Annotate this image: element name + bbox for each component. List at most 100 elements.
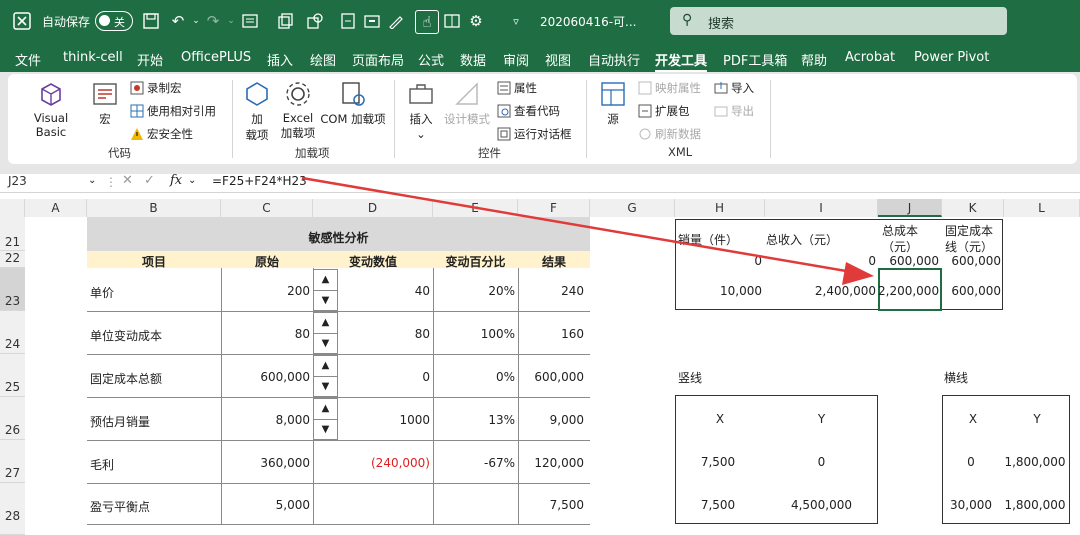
menu-power-pivot[interactable]: Power Pivot [914,50,989,65]
xml-source-button[interactable]: 源 [596,79,630,127]
settings-icon[interactable]: ⚙ [466,11,486,31]
column-header-e[interactable]: E [433,199,518,217]
row-header-24[interactable]: 24 [0,311,25,354]
horizontal-cell: 1,800,000 [1004,455,1066,469]
form-icon[interactable] [240,11,260,31]
undo-icon[interactable]: ↶ [168,11,188,31]
spin-button-unit-cost[interactable]: ▲ ▼ [313,312,338,354]
column-header-k[interactable]: K [942,199,1004,217]
copy-format-icon[interactable] [276,11,296,31]
menu-page-layout[interactable]: 页面布局 [352,50,404,69]
spin-button-fixed-cost[interactable]: ▲ ▼ [313,355,338,397]
layout-icon[interactable] [442,11,462,31]
spin-up-icon[interactable]: ▲ [314,313,337,334]
visual-basic-button[interactable]: Visual Basic [18,79,84,139]
spin-up-icon[interactable]: ▲ [314,270,337,291]
insert-control-button[interactable]: 插入 ⌄ [404,79,438,141]
drawing-icon[interactable] [386,11,406,31]
com-addins-button[interactable]: COM 加载项 [320,79,386,127]
table-row-original: 8,000 [275,413,310,427]
expansion-packs-button[interactable]: 扩展包 [638,103,690,119]
menu-acrobat[interactable]: Acrobat [845,50,895,65]
design-mode-button[interactable]: 设计模式 [442,79,492,127]
right-cell: 0 [868,254,876,268]
column-header-c[interactable]: C [221,199,313,217]
table-row-result: 7,500 [549,498,584,512]
column-header-d[interactable]: D [313,199,433,217]
view-code-button[interactable]: 查看代码 [497,103,560,119]
row-header-25[interactable]: 25 [0,354,25,397]
map-properties-button[interactable]: 映射属性 [638,80,701,96]
spin-up-icon[interactable]: ▲ [314,399,337,420]
export-button[interactable]: 导出 [714,103,754,119]
record-macro-button[interactable]: 录制宏 [130,80,182,96]
column-header-l[interactable]: L [1004,199,1080,217]
row-header-23[interactable]: 23 [0,268,25,311]
name-box-dropdown-icon[interactable]: ⌄ [88,175,96,186]
row-header-26[interactable]: 26 [0,397,25,440]
menu-review[interactable]: 审阅 [503,50,529,69]
menu-help[interactable]: 帮助 [801,50,827,69]
menu-formulas[interactable]: 公式 [418,50,444,69]
customize-toolbar-icon[interactable]: ▿ [506,11,526,31]
menu-pdf-toolbox[interactable]: PDF工具箱 [723,50,787,69]
column-header-g[interactable]: G [590,199,675,217]
menu-automate[interactable]: 自动执行 [588,50,640,69]
save-icon[interactable] [141,11,161,31]
com-addins-label: COM 加载项 [320,112,386,126]
import-button[interactable]: 导入 [714,80,754,96]
menu-officeplus[interactable]: OfficePLUS [181,50,251,65]
spin-down-icon[interactable]: ▼ [314,377,337,397]
export-icon[interactable] [362,11,382,31]
shapes-icon[interactable] [305,11,325,31]
formula-input[interactable]: =F25+F24*H23 [212,174,307,188]
row-header-27[interactable]: 27 [0,440,25,483]
menu-home[interactable]: 开始 [137,50,163,69]
row-header-21[interactable]: 21 [0,217,25,251]
excel-addins-button[interactable]: Excel 加载项 [278,79,318,141]
menu-developer[interactable]: 开发工具 [655,50,708,73]
spin-down-icon[interactable]: ▼ [314,420,337,440]
spin-button-volume[interactable]: ▲ ▼ [313,398,338,440]
enter-icon[interactable]: ✓ [144,173,155,188]
menu-insert[interactable]: 插入 [267,50,293,69]
column-header-a[interactable]: A [25,199,87,217]
warning-icon [130,127,144,141]
spin-button-price[interactable]: ▲ ▼ [313,269,338,311]
spin-up-icon[interactable]: ▲ [314,356,337,377]
run-dialog-label: 运行对话框 [514,127,572,141]
sheet-icon[interactable] [338,11,358,31]
addins-button[interactable]: 加 载项 [240,79,274,143]
map-properties-label: 映射属性 [655,81,701,95]
menu-view[interactable]: 视图 [545,50,571,69]
touch-mode-icon[interactable]: ☝ [415,10,439,34]
spin-down-icon[interactable]: ▼ [314,334,337,354]
menu-draw[interactable]: 绘图 [310,50,336,69]
cancel-icon[interactable]: ✕ [122,173,133,188]
column-header-b[interactable]: B [87,199,221,217]
macros-button[interactable]: 宏 [88,79,122,127]
row-header-22[interactable]: 22 [0,251,25,268]
select-all-corner[interactable] [0,199,25,217]
column-header-i[interactable]: I [765,199,878,217]
column-header-j[interactable]: J [878,199,942,217]
autosave-toggle[interactable]: 关 [95,11,133,31]
row-header-28[interactable]: 28 [0,483,25,535]
search-box[interactable]: ⚲ 搜索 [670,7,1007,35]
properties-button[interactable]: 属性 [497,80,537,96]
redo-icon[interactable]: ↷ [203,11,223,31]
redo-dropdown-icon[interactable]: ⌄ [221,11,241,31]
menu-data[interactable]: 数据 [460,50,486,69]
column-header-h[interactable]: H [675,199,765,217]
column-header-f[interactable]: F [518,199,590,217]
run-dialog-button[interactable]: 运行对话框 [497,126,572,142]
spin-down-icon[interactable]: ▼ [314,291,337,311]
relative-reference-button[interactable]: 使用相对引用 [130,103,216,119]
right-header-revenue: 总收入（元） [766,233,839,247]
insert-function-icon[interactable]: fx [170,173,182,188]
menu-think-cell[interactable]: think-cell [63,50,123,65]
function-dropdown-icon[interactable]: ⌄ [188,175,196,186]
menu-file[interactable]: 文件 [15,50,41,69]
macro-security-button[interactable]: 宏安全性 [130,126,193,142]
refresh-data-button[interactable]: 刷新数据 [638,126,701,142]
